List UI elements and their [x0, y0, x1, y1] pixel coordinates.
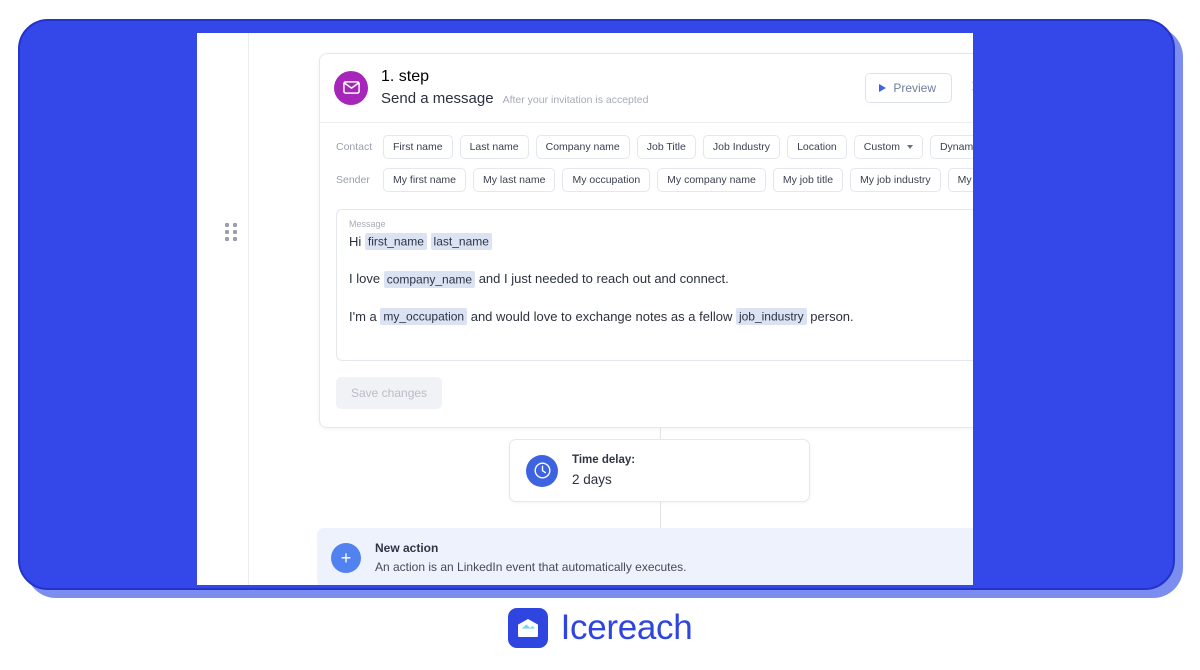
contact-row-label: Contact	[336, 141, 376, 153]
message-line: Hi first_name last_name	[349, 233, 973, 251]
tag-label: Location	[797, 141, 837, 153]
close-icon[interactable]: ✕	[967, 547, 973, 569]
variable-chip-first-name: first_name	[365, 233, 427, 250]
tag-label: Job Title	[647, 141, 686, 153]
tag-my-last-name[interactable]: My last name	[473, 168, 555, 192]
tag-label: My job industry	[860, 174, 931, 186]
time-delay-title: Time delay:	[572, 453, 635, 468]
contact-variable-row: Contact First name Last name Company nam…	[336, 135, 973, 159]
variable-chip-company-name: company_name	[384, 271, 475, 288]
tag-job-industry[interactable]: Job Industry	[703, 135, 780, 159]
connector-line-2	[660, 498, 661, 528]
tag-label: My company name	[667, 174, 756, 186]
message-field-wrapper: Message Hi first_name last_name I love c…	[320, 203, 973, 361]
step-subtitle: After your invitation is accepted	[503, 94, 649, 107]
tag-label: Last name	[470, 141, 519, 153]
tag-label: My job title	[783, 174, 833, 186]
tag-label: Dynamic	[940, 141, 973, 153]
time-delay-card[interactable]: Time delay: 2 days	[509, 439, 810, 502]
save-changes-button[interactable]: Save changes	[336, 377, 442, 409]
tag-my-job-title[interactable]: My job title	[773, 168, 843, 192]
tag-label: First name	[393, 141, 443, 153]
step-name: Send a message	[381, 90, 494, 109]
tag-company-name[interactable]: Company name	[536, 135, 630, 159]
message-text: and would love to exchange notes as a fe…	[467, 309, 736, 324]
message-text: Hi	[349, 234, 365, 249]
message-line: I'm a my_occupation and would love to ex…	[349, 308, 973, 326]
message-text: I'm a	[349, 309, 380, 324]
variable-chip-last-name: last_name	[431, 233, 492, 250]
tag-job-title[interactable]: Job Title	[637, 135, 696, 159]
message-text: I love	[349, 271, 384, 286]
play-icon	[879, 84, 886, 92]
message-legend: Message	[349, 219, 973, 229]
time-delay-text: Time delay: 2 days	[572, 453, 635, 488]
screenshot-root: 1. step Send a message After your invita…	[0, 0, 1200, 670]
tag-dynamic-dropdown[interactable]: Dynamic	[930, 135, 973, 159]
plus-icon: +	[331, 543, 361, 573]
message-text: person.	[807, 309, 854, 324]
close-icon[interactable]: ✕	[966, 77, 973, 99]
new-action-title: New action	[375, 540, 967, 556]
tag-label: My location	[958, 174, 973, 186]
brand-name: Icereach	[561, 608, 693, 648]
tag-label: My last name	[483, 174, 545, 186]
tag-my-job-industry[interactable]: My job industry	[850, 168, 941, 192]
tag-last-name[interactable]: Last name	[460, 135, 529, 159]
message-input[interactable]: Message Hi first_name last_name I love c…	[336, 209, 973, 361]
step-number: 1. step	[381, 67, 865, 87]
step-card-header: 1. step Send a message After your invita…	[320, 54, 973, 123]
tag-my-first-name[interactable]: My first name	[383, 168, 466, 192]
tag-first-name[interactable]: First name	[383, 135, 453, 159]
time-delay-value: 2 days	[572, 471, 635, 489]
chevron-down-icon	[907, 145, 913, 149]
new-action-subtitle: An action is an LinkedIn event that auto…	[375, 559, 967, 575]
app-page: 1. step Send a message After your invita…	[197, 33, 973, 585]
icereach-envelope-logo	[508, 608, 548, 648]
preview-button-label: Preview	[893, 81, 936, 95]
tag-custom-dropdown[interactable]: Custom	[854, 135, 923, 159]
new-action-bar[interactable]: + New action An action is an LinkedIn ev…	[317, 528, 973, 585]
tag-my-company-name[interactable]: My company name	[657, 168, 766, 192]
tag-label: Custom	[864, 141, 900, 153]
sender-variable-row: Sender My first name My last name My occ…	[336, 168, 973, 192]
tag-label: My occupation	[572, 174, 640, 186]
preview-button[interactable]: Preview	[865, 73, 952, 103]
sequence-canvas: 1. step Send a message After your invita…	[249, 33, 973, 585]
variable-tags-area: Contact First name Last name Company nam…	[320, 123, 973, 203]
device-frame: 1. step Send a message After your invita…	[18, 19, 1175, 590]
clock-icon	[526, 455, 558, 487]
step-title-group: 1. step Send a message After your invita…	[381, 67, 865, 109]
tag-my-location[interactable]: My location	[948, 168, 973, 192]
tag-location[interactable]: Location	[787, 135, 847, 159]
new-action-text: New action An action is an LinkedIn even…	[375, 540, 967, 575]
tag-label: My first name	[393, 174, 456, 186]
drag-handle[interactable]	[225, 223, 239, 241]
tag-my-occupation[interactable]: My occupation	[562, 168, 650, 192]
envelope-icon	[334, 71, 368, 105]
sender-row-label: Sender	[336, 174, 376, 186]
message-text	[427, 234, 431, 249]
step-card: 1. step Send a message After your invita…	[319, 53, 973, 428]
tag-label: Company name	[546, 141, 620, 153]
variable-chip-job-industry: job_industry	[736, 308, 807, 325]
save-button-wrapper: Save changes	[320, 361, 973, 427]
message-text: and I just needed to reach out and conne…	[475, 271, 729, 286]
tag-label: Job Industry	[713, 141, 770, 153]
page-left-rail	[197, 33, 249, 585]
variable-chip-my-occupation: my_occupation	[380, 308, 467, 325]
message-line: I love company_name and I just needed to…	[349, 270, 973, 288]
brand-logo: Icereach	[0, 608, 1200, 648]
